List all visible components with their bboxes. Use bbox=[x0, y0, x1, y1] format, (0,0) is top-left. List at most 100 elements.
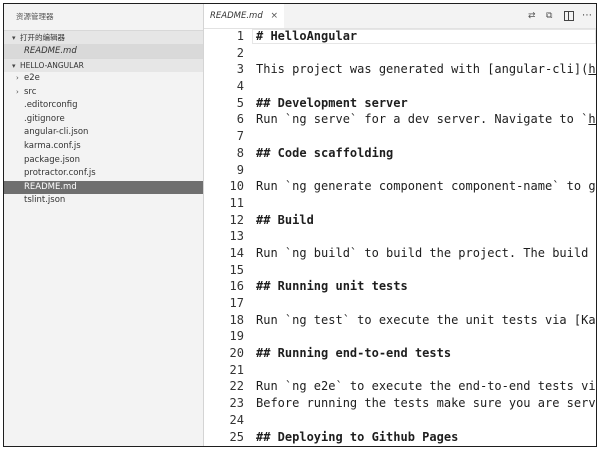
line-number: 9 bbox=[236, 162, 244, 177]
link-text[interactable]: https bbox=[588, 62, 596, 76]
close-icon[interactable]: × bbox=[270, 4, 278, 28]
more-icon[interactable]: ⋯ bbox=[582, 11, 592, 21]
code-line: 11 bbox=[204, 195, 596, 212]
line-text: This project was generated with [angular… bbox=[256, 61, 596, 78]
tree-folder[interactable]: › e2e bbox=[4, 72, 203, 86]
line-text: Run `ng build` to build the project. The… bbox=[256, 245, 596, 262]
tree-file[interactable]: .editorconfig bbox=[4, 99, 203, 113]
code-line: 5 ## Development server bbox=[204, 95, 596, 112]
line-text: ## Code scaffolding bbox=[256, 145, 393, 162]
line-number: 14 bbox=[229, 245, 244, 260]
code-line: 8 ## Code scaffolding bbox=[204, 145, 596, 162]
explorer-sidebar: 资源管理器 ▾ 打开的编辑器 README.md ▾ HELLO-ANGULAR ›… bbox=[4, 4, 204, 446]
vscode-window: 资源管理器 ▾ 打开的编辑器 README.md ▾ HELLO-ANGULAR ›… bbox=[3, 3, 597, 447]
line-content: Before running the tests make sure you a… bbox=[256, 396, 596, 411]
line-text: ## Deploying to Github Pages bbox=[256, 429, 458, 446]
line-content: # HelloAngular bbox=[256, 29, 358, 43]
line-text: Run `ng serve` for a dev server. Navigat… bbox=[256, 111, 596, 128]
line-number: 10 bbox=[229, 179, 244, 194]
line-text: ## Build bbox=[256, 212, 314, 229]
line-text: Run `ng test` to execute the unit tests … bbox=[256, 312, 596, 329]
line-number: 3 bbox=[236, 62, 244, 77]
tree-file[interactable]: protractor.conf.js bbox=[4, 167, 203, 181]
line-number: 6 bbox=[236, 112, 244, 127]
code-line: 15 bbox=[204, 262, 596, 279]
line-number: 18 bbox=[229, 312, 244, 327]
tree-item-label: .editorconfig bbox=[24, 100, 78, 111]
line-content: ## Running end-to-end tests bbox=[256, 346, 452, 361]
line-number: 19 bbox=[229, 329, 244, 344]
code-line: 16 ## Running unit tests bbox=[204, 278, 596, 295]
code-line: 1 # HelloAngular bbox=[204, 28, 596, 45]
open-editors-label: 打开的编辑器 bbox=[20, 33, 65, 42]
open-editors-header[interactable]: ▾ 打开的编辑器 bbox=[4, 30, 203, 44]
code-line: 7 bbox=[204, 128, 596, 145]
code-line: 23 Before running the tests make sure you… bbox=[204, 395, 596, 412]
open-preview-icon[interactable]: ⧉ bbox=[546, 11, 556, 21]
code-line: 24 bbox=[204, 412, 596, 429]
line-content: ## Running unit tests bbox=[256, 279, 408, 294]
line-number: 7 bbox=[236, 129, 244, 144]
code-line: 9 bbox=[204, 162, 596, 179]
line-number: 22 bbox=[229, 379, 244, 394]
line-number: 20 bbox=[229, 346, 244, 361]
tree-item-label: angular-cli.json bbox=[24, 127, 89, 138]
split-editor-icon[interactable] bbox=[564, 11, 574, 21]
tree-file[interactable]: README.md bbox=[4, 180, 203, 195]
tree-folder[interactable]: › src bbox=[4, 86, 203, 100]
tree-item-label: src bbox=[24, 86, 37, 97]
code-line: 4 bbox=[204, 78, 596, 95]
code-line: 12 ## Build bbox=[204, 212, 596, 229]
code-line: 25 ## Deploying to Github Pages bbox=[204, 429, 596, 446]
line-number: 25 bbox=[229, 429, 244, 444]
tree-file[interactable]: package.json bbox=[4, 154, 203, 168]
line-content: Run `ng serve` for a dev server. Navigat… bbox=[256, 112, 589, 127]
code-line: 6 Run `ng serve` for a dev server. Naviga… bbox=[204, 111, 596, 128]
code-line: 22 Run `ng e2e` to execute the end-to-end… bbox=[204, 378, 596, 395]
line-number: 15 bbox=[229, 262, 244, 277]
code-editor[interactable]: 1 # HelloAngular 2 3 This project was genera… bbox=[204, 28, 596, 446]
code-line: 14 Run `ng build` to build the project. T… bbox=[204, 245, 596, 262]
tree-item-label: package.json bbox=[24, 154, 80, 165]
code-line: 2 bbox=[204, 45, 596, 62]
line-content: ## Build bbox=[256, 212, 314, 227]
diff-icon[interactable]: ⇄ bbox=[528, 11, 538, 21]
chevron-right-icon: › bbox=[16, 74, 19, 82]
line-text: ## Running end-to-end tests bbox=[256, 345, 451, 362]
line-number: 16 bbox=[229, 279, 244, 294]
tree-item-label: protractor.conf.js bbox=[24, 168, 96, 179]
code-line: 18 Run `ng test` to execute the unit test… bbox=[204, 312, 596, 329]
line-number: 23 bbox=[229, 396, 244, 411]
line-number: 11 bbox=[229, 195, 244, 210]
tree-item-label: karma.conf.js bbox=[24, 140, 81, 151]
chevron-right-icon: › bbox=[16, 87, 19, 96]
code-line: 3 This project was generated with [angula… bbox=[204, 61, 596, 78]
code-line: 13 bbox=[204, 228, 596, 245]
project-header[interactable]: ▾ HELLO-ANGULAR bbox=[4, 58, 203, 72]
tab-bar: README.md × ⇄ ⧉ ⋯ bbox=[204, 4, 596, 29]
line-number: 17 bbox=[229, 296, 244, 310]
line-content: Run `ng e2e` to execute the end-to-end t… bbox=[256, 379, 596, 394]
code-line: 10 Run `ng generate component component-n… bbox=[204, 178, 596, 195]
open-editor-item[interactable]: README.md bbox=[4, 44, 203, 58]
project-label: HELLO-ANGULAR bbox=[20, 61, 84, 70]
tree-file[interactable]: tslint.json bbox=[4, 194, 203, 208]
tab-readme[interactable]: README.md × bbox=[204, 4, 284, 28]
link-text[interactable]: http: bbox=[588, 112, 596, 126]
line-content: Run `ng generate component component-nam… bbox=[256, 179, 596, 194]
tree-file[interactable]: .gitignore bbox=[4, 113, 203, 127]
tree-item-label: README.md bbox=[24, 181, 77, 192]
line-number: 12 bbox=[229, 212, 244, 227]
tree-file[interactable]: angular-cli.json bbox=[4, 126, 203, 140]
line-number: 8 bbox=[236, 145, 244, 160]
editor-area: README.md × ⇄ ⧉ ⋯ 1 # HelloAngular 2 3 This … bbox=[204, 4, 596, 446]
line-number: 5 bbox=[236, 95, 244, 110]
line-content: This project was generated with [angular… bbox=[256, 62, 589, 77]
tree-item-label: tslint.json bbox=[24, 195, 66, 206]
line-text: Run `ng generate component component-nam… bbox=[256, 178, 596, 195]
tree-file[interactable]: karma.conf.js bbox=[4, 140, 203, 154]
code-line: 20 ## Running end-to-end tests bbox=[204, 345, 596, 362]
line-number: 1 bbox=[236, 29, 244, 43]
tree-item-label: .gitignore bbox=[24, 113, 65, 124]
explorer-title: 资源管理器 bbox=[16, 12, 54, 21]
